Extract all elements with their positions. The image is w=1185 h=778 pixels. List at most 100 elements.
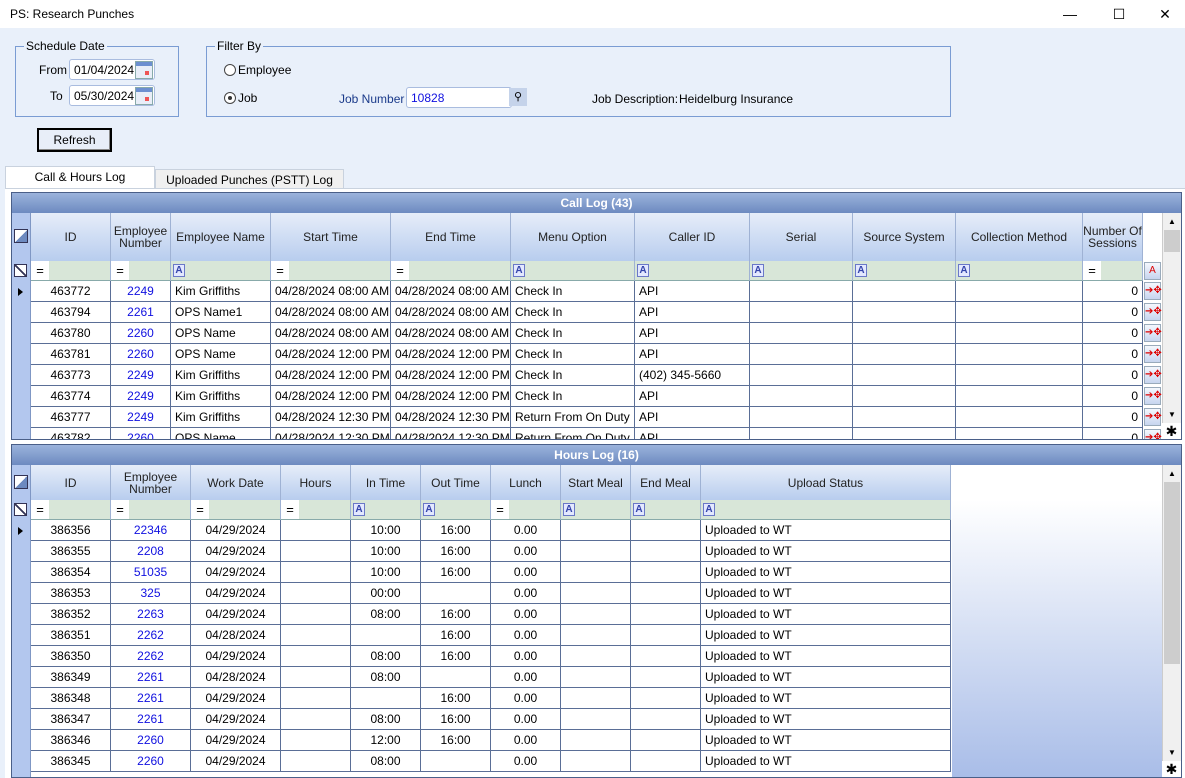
punch-action-icon[interactable]: ➔✥	[1144, 282, 1162, 300]
employee-number-link[interactable]: 2260	[111, 730, 191, 751]
filter-contains-icon[interactable]: A	[563, 503, 575, 516]
employee-number-link[interactable]: 2260	[111, 751, 191, 772]
filter-contains-icon[interactable]: A	[353, 503, 365, 516]
column-header-caller-id[interactable]: Caller ID	[635, 213, 750, 261]
job-radio[interactable]	[224, 92, 236, 104]
clear-filter-icon[interactable]	[14, 264, 27, 277]
employee-number-link[interactable]: 2249	[111, 386, 171, 407]
filter-cell-employee-name[interactable]: A	[171, 261, 271, 281]
filter-cell-collection-method[interactable]: A	[956, 261, 1083, 281]
employee-number-link[interactable]: 2262	[111, 625, 191, 646]
filter-cell-id[interactable]: =	[31, 261, 111, 281]
filter-cell-hours[interactable]: =	[281, 500, 351, 520]
filter-cell-number-of-sessions[interactable]: =	[1083, 261, 1143, 281]
filter-cell-end-meal[interactable]: A	[631, 500, 701, 520]
clear-filter-icon[interactable]	[14, 503, 27, 516]
filter-cell-serial[interactable]: A	[750, 261, 853, 281]
filter-input[interactable]	[528, 261, 634, 280]
job-number-input[interactable]: 10828	[406, 87, 512, 108]
maximize-button[interactable]: ☐	[1096, 0, 1142, 28]
filter-cell-employee-number[interactable]: =	[111, 261, 171, 281]
scrollbar-thumb[interactable]	[1164, 230, 1180, 252]
scroll-down-button[interactable]: ▼	[1163, 744, 1181, 761]
filter-cell-id[interactable]: =	[31, 500, 111, 520]
scroll-down-button[interactable]: ▼	[1163, 406, 1181, 423]
filter-contains-icon[interactable]: A	[423, 503, 435, 516]
column-header-collection-method[interactable]: Collection Method	[956, 213, 1083, 261]
filter-contains-icon[interactable]: A	[173, 264, 185, 277]
filter-operator-equals[interactable]: =	[1083, 261, 1101, 280]
punch-action-icon[interactable]: ➔✥	[1144, 408, 1162, 426]
filter-operator-equals[interactable]: =	[191, 500, 209, 519]
employee-number-link[interactable]: 2261	[111, 667, 191, 688]
filter-contains-icon[interactable]: A	[513, 264, 525, 277]
filter-cell-lunch[interactable]: =	[491, 500, 561, 520]
filter-operator-equals[interactable]: =	[31, 500, 49, 519]
filter-operator-equals[interactable]: =	[491, 500, 509, 519]
filter-contains-icon[interactable]: A	[703, 503, 715, 516]
employee-radio[interactable]	[224, 64, 236, 76]
column-header-in-time[interactable]: In Time	[351, 465, 421, 500]
column-header-source-system[interactable]: Source System	[853, 213, 956, 261]
filter-cell-end-time[interactable]: =	[391, 261, 511, 281]
employee-number-link[interactable]: 2260	[111, 323, 171, 344]
column-header-hours[interactable]: Hours	[281, 465, 351, 500]
filter-cell-out-time[interactable]: A	[421, 500, 491, 520]
filter-contains-icon[interactable]: A	[637, 264, 649, 277]
tab-call-hours-log[interactable]: Call & Hours Log	[5, 166, 155, 189]
punch-action-icon[interactable]: ➔✥	[1144, 345, 1162, 363]
column-header-serial[interactable]: Serial	[750, 213, 853, 261]
employee-number-link[interactable]: 2249	[111, 281, 171, 302]
employee-number-link[interactable]: 22346	[111, 520, 191, 541]
close-button[interactable]: ✕	[1142, 0, 1185, 28]
filter-input[interactable]	[438, 500, 490, 519]
filter-contains-icon[interactable]: A	[1144, 262, 1161, 280]
filter-operator-equals[interactable]: =	[111, 500, 129, 519]
column-header-id[interactable]: ID	[31, 465, 111, 500]
employee-number-link[interactable]: 2249	[111, 365, 171, 386]
filter-contains-icon[interactable]: A	[633, 503, 645, 516]
calendar-icon[interactable]	[135, 61, 153, 79]
filter-cell-caller-id[interactable]: A	[635, 261, 750, 281]
column-header-upload-status[interactable]: Upload Status	[701, 465, 951, 500]
employee-number-link[interactable]: 51035	[111, 562, 191, 583]
filter-input[interactable]	[718, 500, 950, 519]
column-header-id[interactable]: ID	[31, 213, 111, 261]
employee-number-link[interactable]: 2261	[111, 302, 171, 323]
column-header-employee-number[interactable]: Employee Number	[111, 213, 171, 261]
column-chooser-icon[interactable]	[14, 229, 28, 243]
filter-input[interactable]	[648, 500, 700, 519]
new-row-icon[interactable]: ✱	[1162, 423, 1181, 439]
filter-operator-equals[interactable]: =	[391, 261, 409, 280]
filter-operator-equals[interactable]: =	[31, 261, 49, 280]
filter-contains-icon[interactable]: A	[855, 264, 867, 277]
binoculars-search-icon[interactable]: ⚲	[509, 88, 527, 106]
scroll-up-button[interactable]: ▲	[1163, 465, 1181, 482]
filter-operator-equals[interactable]: =	[271, 261, 289, 280]
employee-number-link[interactable]: 2260	[111, 344, 171, 365]
filter-input[interactable]	[652, 261, 749, 280]
filter-cell-employee-number[interactable]: =	[111, 500, 191, 520]
filter-cell-source-system[interactable]: A	[853, 261, 956, 281]
filter-input[interactable]	[767, 261, 852, 280]
filter-input[interactable]	[973, 261, 1082, 280]
column-header-start-meal[interactable]: Start Meal	[561, 465, 631, 500]
employee-number-link[interactable]: 2208	[111, 541, 191, 562]
employee-number-link[interactable]: 2262	[111, 646, 191, 667]
minimize-button[interactable]: —	[1047, 0, 1093, 28]
column-header-number-of-sessions[interactable]: Number Of Sessions	[1083, 213, 1143, 261]
column-header-employee-number[interactable]: Employee Number	[111, 465, 191, 500]
punch-action-icon[interactable]: ➔✥	[1144, 366, 1162, 384]
column-header-end-time[interactable]: End Time	[391, 213, 511, 261]
filter-input[interactable]	[870, 261, 955, 280]
column-header-start-time[interactable]: Start Time	[271, 213, 391, 261]
punch-action-icon[interactable]: ➔✥	[1144, 303, 1162, 321]
filter-input[interactable]	[578, 500, 630, 519]
column-header-menu-option[interactable]: Menu Option	[511, 213, 635, 261]
column-header-lunch[interactable]: Lunch	[491, 465, 561, 500]
refresh-button[interactable]: Refresh	[37, 128, 112, 152]
filter-cell-start-time[interactable]: =	[271, 261, 391, 281]
punch-action-icon[interactable]: ➔✥	[1144, 324, 1162, 342]
employee-number-link[interactable]: 2249	[111, 407, 171, 428]
column-chooser-icon[interactable]	[14, 474, 28, 489]
